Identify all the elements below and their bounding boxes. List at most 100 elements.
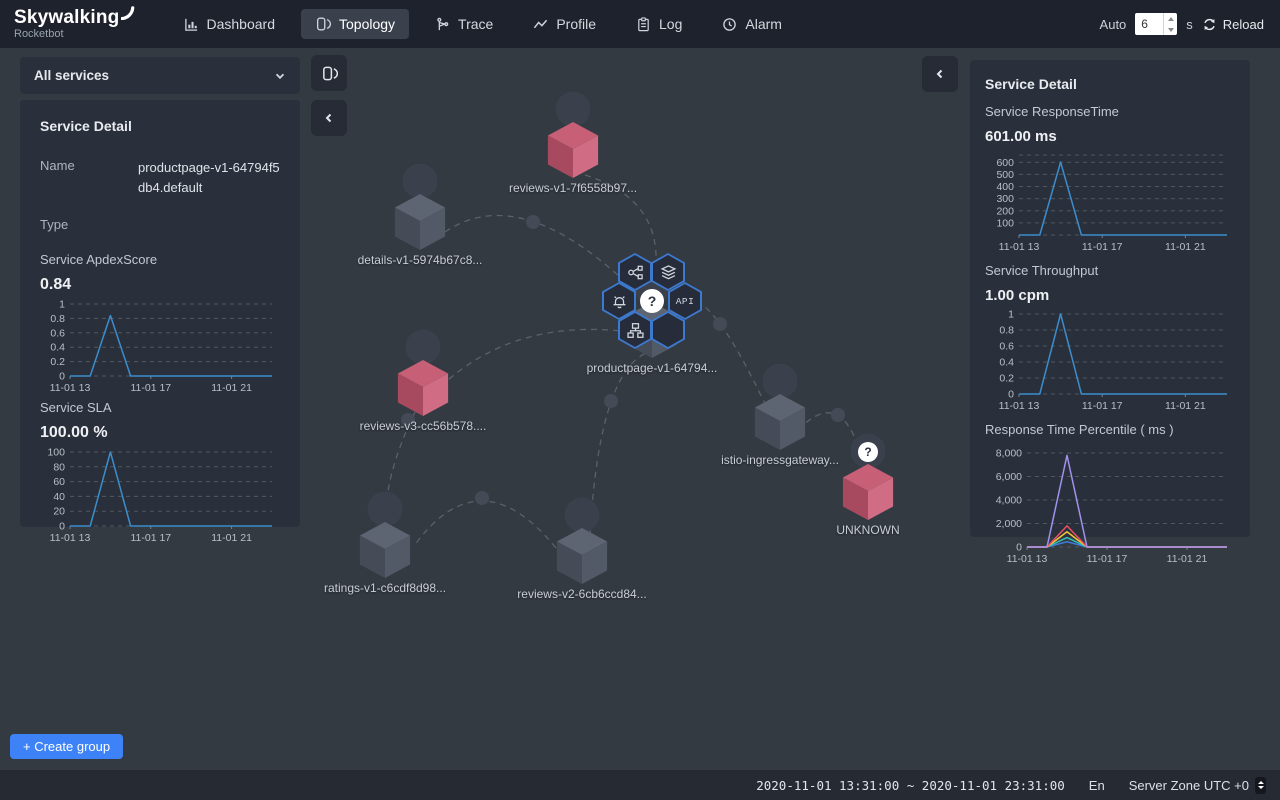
node-cube-icon: [545, 119, 601, 181]
topology-mode-button[interactable]: [311, 55, 347, 91]
nav-label: Trace: [458, 16, 493, 32]
service-detail-panel-left: Service Detail Name productpage-v1-64794…: [20, 100, 300, 527]
type-row: Type: [40, 217, 280, 232]
topology-node-label: UNKNOWN: [788, 523, 948, 537]
bell-icon: [611, 293, 628, 310]
services-dropdown-label: All services: [34, 68, 109, 83]
topology-icon: [315, 16, 331, 32]
throughput-label: Service Throughput: [985, 263, 1235, 278]
type-label: Type: [40, 217, 138, 232]
topology-node-label: details-v1-5974b67c8...: [340, 253, 500, 267]
nav-label: Profile: [556, 16, 596, 32]
percentile-chart: 8,0006,0004,0002,000011-01 1311-01 1711-…: [985, 445, 1235, 565]
topology-node-label: reviews-v1-7f6558b97...: [493, 181, 653, 195]
reload-button[interactable]: Reload: [1202, 17, 1264, 32]
svg-text:0: 0: [59, 521, 65, 533]
svg-text:11-01 21: 11-01 21: [211, 532, 252, 544]
collapse-right-panel-button[interactable]: [922, 56, 958, 92]
nav-item-log[interactable]: Log: [622, 9, 696, 39]
chevron-left-icon: [323, 112, 335, 124]
svg-text:8,000: 8,000: [996, 448, 1022, 460]
collapse-left-panel-button[interactable]: [311, 100, 347, 136]
nav-item-topology[interactable]: Topology: [301, 9, 409, 39]
logo-subtitle: Rocketbot: [14, 29, 136, 40]
nav-item-alarm[interactable]: Alarm: [708, 9, 796, 39]
svg-text:11-01 21: 11-01 21: [1165, 241, 1206, 253]
node-cube-icon: [395, 357, 451, 419]
auto-unit: s: [1186, 17, 1193, 32]
svg-text:0: 0: [1016, 542, 1022, 554]
dashboard-icon: [184, 17, 199, 32]
svg-text:11-01 21: 11-01 21: [1167, 553, 1208, 565]
svg-text:11-01 17: 11-01 17: [130, 532, 171, 544]
svg-text:400: 400: [996, 181, 1014, 193]
svg-text:0: 0: [59, 371, 65, 383]
nav-label: Alarm: [745, 16, 782, 32]
share-icon: [627, 264, 644, 281]
node-cube-icon: [357, 519, 413, 581]
svg-text:80: 80: [53, 461, 65, 473]
svg-text:1: 1: [59, 299, 65, 311]
navbar-controls: Auto s Reload: [1100, 13, 1264, 35]
svg-text:600: 600: [996, 157, 1014, 169]
server-zone-label: Server Zone UTC +0: [1129, 778, 1249, 793]
server-zone-spinner[interactable]: [1255, 777, 1266, 794]
chevron-left-icon: [934, 68, 946, 80]
svg-text:300: 300: [996, 193, 1014, 205]
language-switcher[interactable]: En: [1089, 778, 1105, 793]
svg-text:20: 20: [53, 506, 65, 518]
throughput-chart: 10.80.60.40.2011-01 1311-01 1711-01 21: [985, 306, 1235, 412]
node-cube-icon: [840, 461, 896, 523]
time-range-picker[interactable]: 2020-11-01 13:31:00 ~ 2020-11-01 23:31:0…: [756, 778, 1065, 793]
svg-text:200: 200: [996, 205, 1014, 217]
topology-node-label: productpage-v1-64794...: [572, 361, 732, 375]
node-cube-icon: [752, 391, 808, 453]
auto-interval-input[interactable]: [1135, 13, 1177, 35]
services-dropdown[interactable]: All services: [20, 57, 300, 94]
svg-text:11-01 17: 11-01 17: [1087, 553, 1128, 565]
svg-text:11-01 13: 11-01 13: [50, 382, 91, 394]
svg-text:1: 1: [1008, 309, 1014, 321]
node-cube-icon: [554, 525, 610, 587]
svg-text:0.6: 0.6: [50, 327, 65, 339]
svg-text:100: 100: [996, 217, 1014, 229]
svg-text:11-01 17: 11-01 17: [1082, 241, 1123, 253]
api-label: API: [676, 296, 695, 307]
interval-spinner[interactable]: [1163, 13, 1177, 35]
svg-text:11-01 21: 11-01 21: [211, 382, 252, 394]
auto-interval-value[interactable]: [1135, 13, 1162, 35]
panel-title: Service Detail: [985, 76, 1235, 92]
trace-icon: [435, 17, 450, 32]
topology-node-label: istio-ingressgateway...: [700, 453, 860, 467]
svg-text:60: 60: [53, 476, 65, 488]
alarm-icon: [722, 17, 737, 32]
response-time-value: 601.00 ms: [985, 128, 1235, 145]
svg-text:11-01 13: 11-01 13: [50, 532, 91, 544]
topology-node-label: reviews-v3-cc56b578....: [343, 419, 503, 433]
apdex-label: Service ApdexScore: [40, 252, 280, 267]
apdex-chart: 10.80.60.40.2011-01 1311-01 1711-01 21: [40, 296, 280, 394]
nav-item-dashboard[interactable]: Dashboard: [170, 9, 290, 39]
name-row: Name productpage-v1-64794f5db4.default: [40, 158, 280, 197]
chevron-down-icon: [274, 70, 286, 82]
svg-text:11-01 21: 11-01 21: [1165, 400, 1206, 412]
svg-text:11-01 13: 11-01 13: [999, 241, 1040, 253]
svg-text:40: 40: [53, 491, 65, 503]
nav-item-profile[interactable]: Profile: [519, 9, 610, 39]
svg-text:500: 500: [996, 169, 1014, 181]
topology-icon: [321, 65, 338, 82]
create-group-button[interactable]: + Create group: [10, 734, 123, 759]
svg-text:0.2: 0.2: [50, 356, 65, 368]
svg-text:0.4: 0.4: [999, 357, 1014, 369]
svg-text:0.8: 0.8: [999, 325, 1014, 337]
svg-text:0.2: 0.2: [999, 373, 1014, 385]
reload-icon: [1202, 17, 1217, 32]
svg-text:4,000: 4,000: [996, 495, 1022, 507]
svg-text:11-01 17: 11-01 17: [1082, 400, 1123, 412]
selected-node-logo[interactable]: ?: [640, 289, 664, 313]
panel-title: Service Detail: [40, 118, 280, 134]
service-detail-panel-right: Service Detail Service ResponseTime 601.…: [970, 60, 1250, 537]
sla-value: 100.00 %: [40, 424, 280, 442]
name-label: Name: [40, 158, 138, 197]
nav-item-trace[interactable]: Trace: [421, 9, 507, 39]
